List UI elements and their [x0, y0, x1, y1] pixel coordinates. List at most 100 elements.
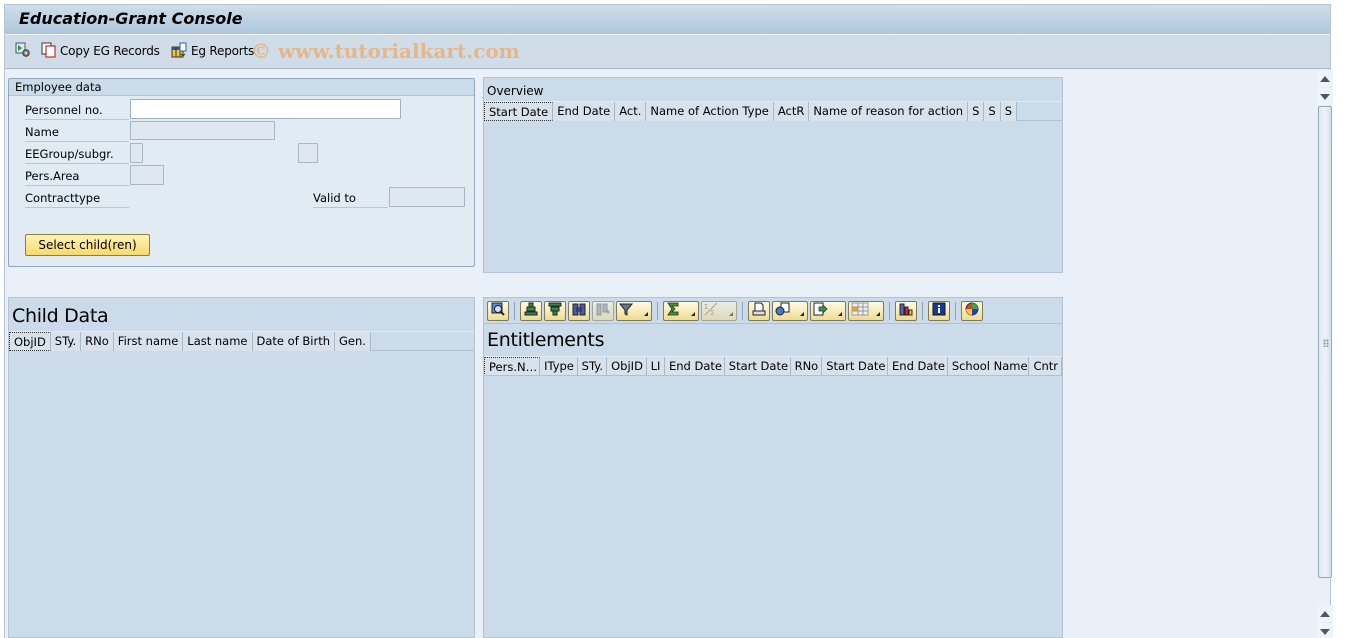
column-header[interactable]: End Date	[665, 357, 725, 375]
pers-area-label: Pers.Area	[25, 167, 129, 186]
entitlements-panel: ΣΣ Entitlements Pers.N… IType STy. ObjID LI E…	[483, 297, 1063, 638]
sort-ascending-icon	[524, 302, 538, 319]
abc-analysis-button[interactable]	[961, 300, 983, 321]
details-icon	[491, 302, 505, 319]
find-next-button[interactable]	[592, 300, 614, 321]
overview-header-row: Start Date End Date Act. Name of Action Typ…	[484, 101, 1062, 121]
grip-icon	[1323, 339, 1329, 347]
copy-icon	[41, 42, 57, 61]
find-icon	[572, 302, 586, 319]
name-field	[130, 121, 275, 140]
eg-reports-label: Eg Reports	[191, 44, 255, 58]
export-button[interactable]	[810, 300, 846, 321]
vertical-scrollbar[interactable]	[1317, 70, 1334, 638]
column-header[interactable]: ActR	[773, 102, 810, 121]
column-header[interactable]: Start Date	[822, 357, 889, 375]
column-header[interactable]: Name of Action Type	[646, 102, 774, 121]
eg-reports-button[interactable]: Eg Reports	[171, 42, 254, 60]
column-header[interactable]: Pers.N…	[484, 357, 541, 375]
column-header[interactable]: STy.	[50, 332, 82, 351]
column-header[interactable]: First name	[113, 332, 184, 351]
page-down-button[interactable]	[1317, 623, 1333, 638]
column-header[interactable]: Date of Birth	[252, 332, 336, 351]
child-data-header-row: ObjID STy. RNo First name Last name Date of B…	[9, 331, 474, 351]
valid-to-field	[389, 187, 465, 207]
svg-text:Σ: Σ	[710, 309, 714, 316]
copy-eg-records-label: Copy EG Records	[60, 44, 160, 58]
sort-descending-icon	[548, 302, 562, 319]
subtotal-icon: ΣΣ	[704, 302, 718, 319]
scroll-down-button[interactable]	[1317, 88, 1333, 105]
valid-to-label: Valid to	[313, 189, 388, 208]
column-header[interactable]: Act.	[615, 102, 647, 121]
eesubgroup-field	[298, 143, 318, 163]
employee-data-group: Employee data Personnel no. Name EEGroup…	[8, 78, 475, 267]
employee-data-title: Employee data	[9, 79, 474, 96]
overview-panel: Overview Start Date End Date Act. Name of A…	[483, 77, 1063, 273]
arrow-up-icon	[1320, 610, 1330, 617]
details-button[interactable]	[487, 300, 509, 321]
contract-type-label: Contracttype	[25, 189, 129, 208]
separator	[922, 301, 923, 320]
abc-analysis-icon	[965, 302, 979, 319]
column-header[interactable]: Last name	[183, 332, 253, 351]
sort-descending-button[interactable]	[544, 300, 566, 321]
child-data-panel: Child Data ObjID STy. RNo First name Last na…	[8, 297, 475, 638]
column-header[interactable]: S	[1000, 102, 1018, 121]
graphic-icon	[899, 302, 913, 319]
column-header[interactable]: S	[968, 102, 985, 121]
column-header[interactable]: Start Date	[724, 357, 791, 375]
arrow-up-icon	[1320, 75, 1330, 82]
filter-button[interactable]	[616, 300, 652, 321]
column-header[interactable]: Cntr	[1029, 357, 1062, 375]
entitlements-header-row: Pers.N… IType STy. ObjID LI End Date Start Dat…	[484, 356, 1062, 376]
separator	[514, 301, 515, 320]
column-header[interactable]: ObjID	[607, 357, 647, 375]
column-header[interactable]: STy.	[577, 357, 608, 375]
column-header[interactable]: IType	[540, 357, 578, 375]
column-header[interactable]: End Date	[553, 102, 616, 121]
arrow-down-icon	[1320, 93, 1330, 100]
column-header[interactable]: LI	[646, 357, 665, 375]
column-header[interactable]: End Date	[888, 357, 948, 375]
layout-button[interactable]	[848, 300, 884, 321]
column-header[interactable]: ObjID	[9, 332, 51, 351]
column-header[interactable]: S	[984, 102, 1001, 121]
info-button[interactable]	[928, 300, 950, 321]
info-icon	[932, 302, 946, 319]
separator	[657, 301, 658, 320]
copy-eg-records-button[interactable]: Copy EG Records	[41, 42, 160, 60]
column-header[interactable]: RNo	[790, 357, 823, 375]
layout-icon	[851, 302, 869, 319]
watermark: © www.tutorialkart.com	[251, 39, 520, 63]
select-children-button[interactable]: Select child(ren)	[25, 234, 150, 256]
sum-icon	[666, 302, 680, 319]
find-button[interactable]	[568, 300, 590, 321]
child-data-title: Child Data	[12, 305, 109, 327]
eegroup-field	[130, 143, 143, 163]
export-icon	[813, 302, 829, 319]
column-header[interactable]: RNo	[81, 332, 114, 351]
scroll-up-button[interactable]	[1317, 70, 1333, 87]
entitlements-title: Entitlements	[487, 329, 605, 351]
sum-button[interactable]	[663, 300, 699, 321]
column-header[interactable]: Start Date	[484, 102, 554, 121]
column-header[interactable]: School Name	[947, 357, 1030, 375]
application-toolbar: Copy EG Records Eg Reports © www.tutoria…	[5, 35, 1330, 69]
page-up-button[interactable]	[1317, 605, 1333, 622]
report-icon	[171, 42, 188, 61]
scroll-thumb[interactable]	[1318, 106, 1332, 578]
execute-settings-button[interactable]	[15, 42, 31, 60]
column-header[interactable]: Gen.	[335, 332, 371, 351]
graphic-button[interactable]	[895, 300, 917, 321]
print-preview-button[interactable]	[748, 300, 770, 321]
sort-ascending-button[interactable]	[520, 300, 542, 321]
overview-title: Overview	[487, 84, 544, 98]
column-header[interactable]: Name of reason for action	[809, 102, 969, 121]
title-bar: Education-Grant Console	[5, 4, 1330, 35]
views-button[interactable]	[772, 300, 808, 321]
window-title: Education-Grant Console	[19, 9, 243, 28]
alv-toolbar: ΣΣ	[484, 298, 1062, 324]
subtotal-button[interactable]: ΣΣ	[701, 300, 737, 321]
personnel-no-input[interactable]	[130, 99, 401, 119]
